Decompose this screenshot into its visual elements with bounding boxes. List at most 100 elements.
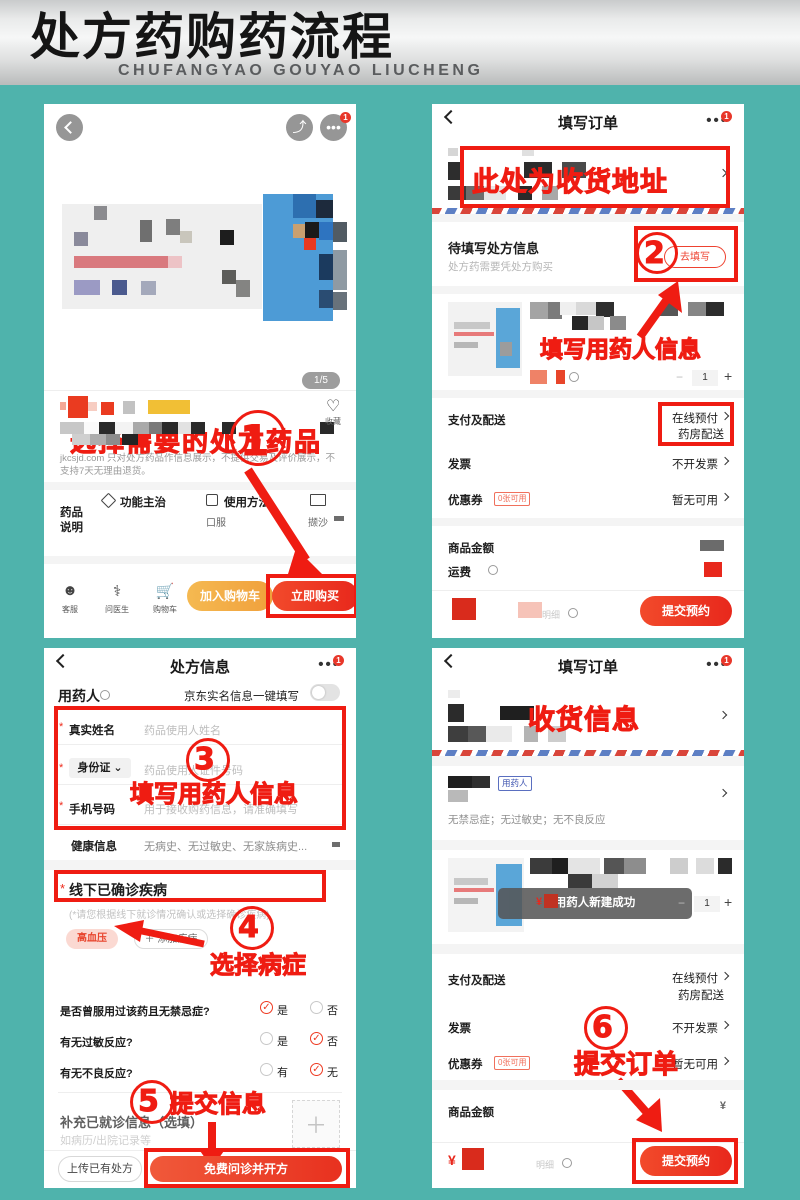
screenshot-panel-prescription-info: 处方信息 ••• 1 用药人 京东实名信息一键填写 * 真实姓名 药品使用人姓名… <box>44 648 356 1188</box>
annotation-box-diagnosed <box>54 870 326 902</box>
row-value-2: 暂无可用 <box>672 1059 718 1071</box>
disease-tag-hypertension[interactable]: 高血压 <box>66 929 118 949</box>
annotation-fill-caption: 填写用药人信息 <box>130 780 299 809</box>
redaction-block <box>454 888 494 892</box>
redaction-block <box>448 690 460 698</box>
redaction-block <box>148 400 190 414</box>
redaction-block <box>448 148 458 156</box>
share-button[interactable]: ⤴ <box>286 114 313 141</box>
detail-label[interactable]: 明细 <box>536 1158 554 1171</box>
customer-service-icon[interactable]: ☻ <box>54 582 86 599</box>
redaction-block <box>472 776 490 788</box>
cart-icon[interactable]: 🛒 <box>148 582 182 600</box>
row-value-2: 暂无可用 <box>672 495 718 507</box>
annotation-step-6-number: 6 <box>592 1010 614 1046</box>
annotation-step-2-number: 2 <box>644 236 666 272</box>
radio-q0-yes[interactable] <box>260 1001 273 1015</box>
annotation-step-1-number: 1 <box>239 416 270 466</box>
detail-label[interactable]: 明细 <box>542 608 560 621</box>
redaction-block <box>530 858 552 874</box>
coupon-count-tag: 0张可用 <box>494 492 531 506</box>
row-label-0: 支付及配送 <box>448 975 506 987</box>
question-1: 有无过敏反应? <box>60 1037 133 1049</box>
qty-decrease[interactable]: − <box>678 896 685 910</box>
autofill-label: 京东实名信息一键填写 <box>184 691 299 703</box>
row-value-1: 不开发票 <box>672 1023 718 1035</box>
redaction-block <box>191 422 205 434</box>
plus-icon: ＋ <box>304 1113 327 1138</box>
upload-prescription-button[interactable]: 上传已有处方 <box>58 1156 142 1182</box>
radio-q1-no-label: 否 <box>327 1036 338 1048</box>
redaction-block <box>149 422 162 434</box>
row-label-1: 发票 <box>448 459 471 471</box>
info-icon <box>100 690 110 700</box>
redaction-block <box>468 726 486 742</box>
cart-label: 购物车 <box>153 605 177 614</box>
more-badge: 1 <box>333 655 344 666</box>
amount-label: 商品金额 <box>448 1107 494 1119</box>
freight-label: 运费 <box>448 567 471 579</box>
row-value-0-line1: 在线预付 <box>672 973 718 985</box>
redaction-block <box>448 704 464 722</box>
info-icon <box>562 1158 572 1168</box>
annotation-box-delivery <box>658 402 734 446</box>
redaction-block <box>696 858 714 874</box>
redaction-block <box>168 256 182 268</box>
annotation-submit-caption: 提交信息 <box>170 1090 267 1119</box>
redaction-block <box>68 396 88 418</box>
user-summary: 无禁忌症；无过敏史；无不良反应 <box>448 814 606 826</box>
redaction-block <box>610 316 626 330</box>
redaction-block <box>319 222 333 240</box>
add-to-cart-button[interactable]: 加入购物车 <box>187 581 273 611</box>
redaction-block <box>106 434 120 445</box>
row-label-2: 优惠券 <box>448 1059 483 1071</box>
redaction-block <box>500 342 512 356</box>
submit-order-button[interactable]: 提交预约 <box>640 596 732 626</box>
radio-q2-no[interactable] <box>310 1063 323 1077</box>
qty-value: 1 <box>694 896 720 912</box>
health-info-value[interactable]: 无病史、无过敏史、无家族病史... <box>144 838 307 854</box>
redaction-block <box>333 250 347 290</box>
info-icon <box>488 565 498 575</box>
qty-increase[interactable]: + <box>724 368 732 384</box>
redaction-block <box>592 874 618 888</box>
qty-decrease[interactable]: − <box>676 370 683 384</box>
annotation-arrow-4 <box>114 920 205 948</box>
radio-q0-no[interactable] <box>310 1001 323 1014</box>
redaction-block <box>496 308 520 368</box>
favorite-icon[interactable]: ♡ <box>326 396 340 416</box>
radio-q1-no[interactable] <box>310 1032 323 1046</box>
chevron-right-icon <box>720 456 730 466</box>
chevron-right-icon <box>720 492 730 502</box>
radio-q1-yes[interactable] <box>260 1032 273 1045</box>
redaction-block <box>332 842 340 847</box>
redaction-block <box>448 726 468 742</box>
appbar-title: 填写订单 <box>557 115 618 132</box>
redaction-block <box>454 342 478 348</box>
spec-section-title-line2: 说明 <box>60 522 83 534</box>
back-button[interactable] <box>56 114 83 141</box>
row-value-1: 不开发票 <box>672 459 718 471</box>
screenshot-panel-product-detail: ⤴ ••• 1 选择需要的处方药品 1/5 ♡ 收藏 jkcsjd.com 只对… <box>44 104 356 638</box>
annotation-arrow-1 <box>244 467 322 574</box>
redaction-block <box>236 280 250 297</box>
pencil-icon <box>100 492 117 509</box>
redaction-block <box>319 290 333 308</box>
doctor-icon[interactable]: ⚕ <box>100 582 134 600</box>
qty-increase[interactable]: + <box>724 894 732 910</box>
amount-currency-right: ¥ <box>719 1100 726 1112</box>
usage-icon <box>206 494 218 506</box>
annotation-address-caption: 此处为收货地址 <box>472 167 668 199</box>
radio-q1-yes-label: 是 <box>277 1036 288 1048</box>
redaction-block <box>624 858 646 874</box>
redaction-block <box>704 562 722 577</box>
question-0: 是否曾服用过该药且无禁忌症? <box>60 1006 210 1018</box>
autofill-toggle[interactable] <box>310 684 340 701</box>
chevron-right-icon <box>720 1056 730 1066</box>
redaction-block <box>560 302 576 315</box>
appbar: 处方信息 ••• 1 <box>44 648 356 684</box>
redaction-block <box>112 280 127 295</box>
radio-q2-yes[interactable] <box>260 1063 273 1076</box>
redaction-block <box>552 858 568 874</box>
redaction-block <box>74 280 100 295</box>
